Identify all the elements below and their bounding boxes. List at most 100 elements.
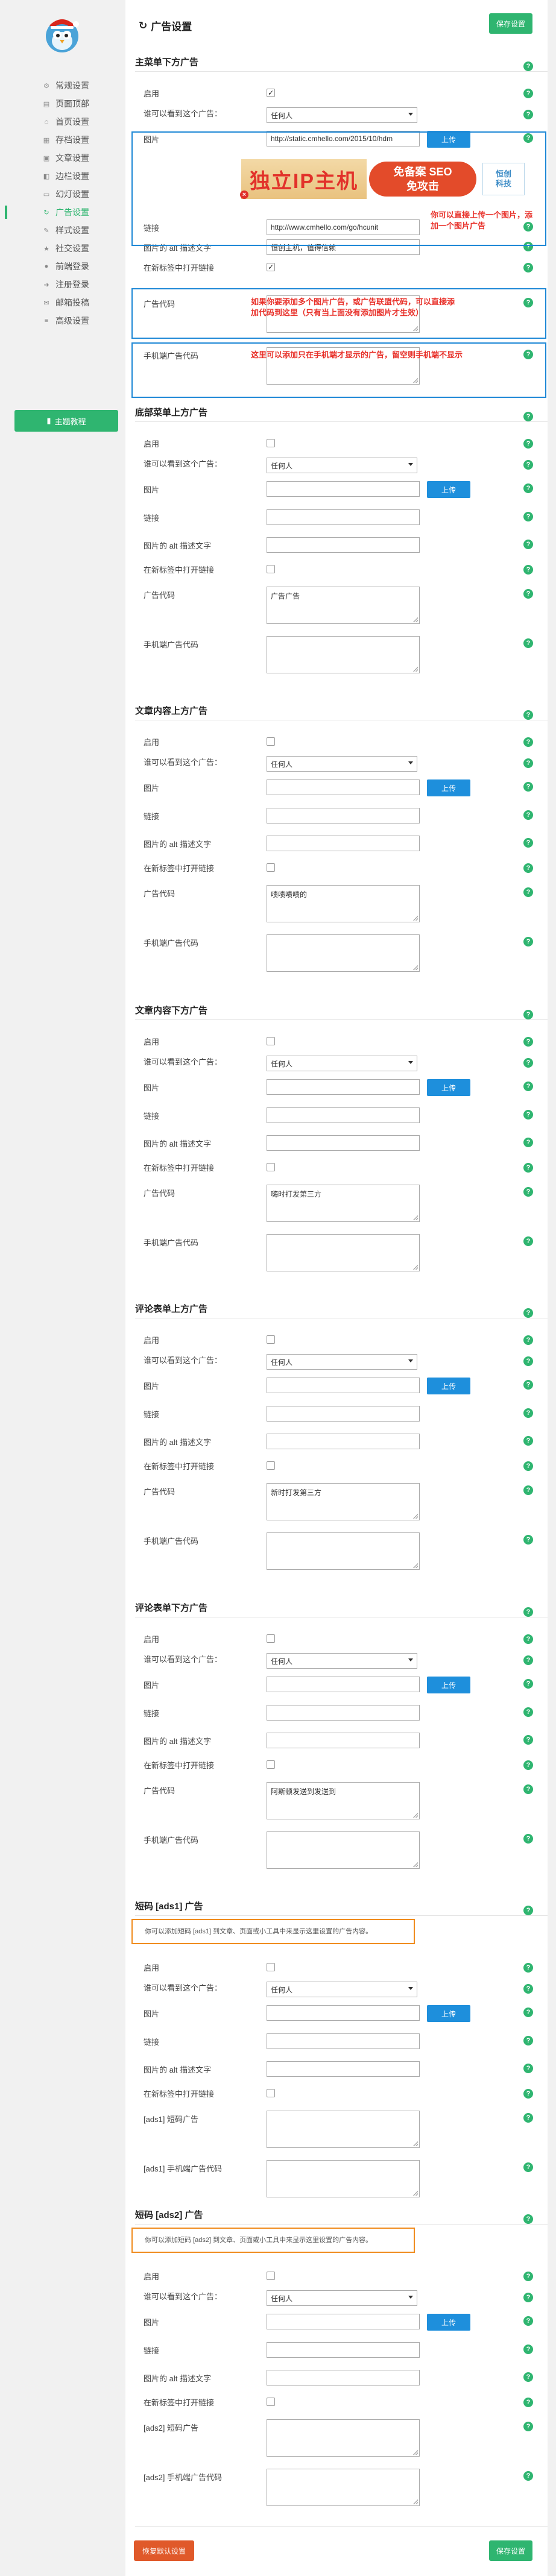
visibility-select[interactable]: 任何人 (267, 1653, 417, 1669)
newtab-checkbox[interactable] (267, 565, 275, 573)
sidebar-item-sidebar[interactable]: ◧ 边栏设置 (0, 167, 124, 185)
help-icon[interactable]: ? (523, 1335, 533, 1345)
ad-code-textarea[interactable]: 阿斯顿发送到发送到 (267, 1782, 420, 1819)
image-url-input[interactable] (267, 2005, 420, 2021)
help-icon[interactable]: ? (523, 758, 533, 768)
upload-button[interactable]: 上传 (427, 1378, 470, 1394)
link-input[interactable] (267, 808, 420, 824)
mobile-code-textarea[interactable] (267, 1532, 420, 1570)
image-url-input[interactable] (267, 1079, 420, 1095)
sidebar-item-header[interactable]: ▤ 页面顶部 (0, 95, 124, 113)
newtab-checkbox[interactable] (267, 1163, 275, 1171)
help-icon[interactable]: ? (523, 1984, 533, 1994)
help-icon[interactable]: ? (523, 810, 533, 820)
upload-button[interactable]: 上传 (427, 481, 470, 498)
image-url-input[interactable] (267, 2314, 420, 2329)
sidebar-item-register[interactable]: ➜ 注册登录 (0, 276, 124, 294)
upload-button[interactable]: 上传 (427, 2005, 470, 2022)
help-icon[interactable]: ? (523, 2008, 533, 2017)
enable-checkbox[interactable] (267, 737, 275, 746)
help-icon[interactable]: ? (523, 1963, 533, 1973)
enable-checkbox[interactable] (267, 1963, 275, 1971)
help-icon[interactable]: ? (523, 2272, 533, 2281)
newtab-checkbox[interactable] (267, 2398, 275, 2406)
help-icon[interactable]: ? (523, 710, 533, 720)
help-icon[interactable]: ? (523, 1461, 533, 1471)
image-url-input[interactable] (267, 481, 420, 497)
alt-input[interactable] (267, 1135, 420, 1151)
visibility-select[interactable]: 任何人 (267, 1354, 417, 1370)
help-icon[interactable]: ? (523, 1380, 533, 1390)
newtab-checkbox[interactable] (267, 863, 275, 872)
alt-input[interactable] (267, 1434, 420, 1449)
sidebar-item-frontend-login[interactable]: ● 前端登录 (0, 257, 124, 276)
ad-code-textarea[interactable]: 广告广告 (267, 587, 420, 624)
remove-image-icon[interactable]: × (240, 191, 248, 199)
sidebar-item-mail[interactable]: ✉ 邮箱投稿 (0, 294, 124, 312)
help-icon[interactable]: ? (523, 460, 533, 470)
help-icon[interactable]: ? (523, 2089, 533, 2099)
theme-tutorial-button[interactable]: ▮ 主题教程 (14, 410, 118, 432)
help-icon[interactable]: ? (523, 1707, 533, 1717)
help-icon[interactable]: ? (523, 1906, 533, 1915)
help-icon[interactable]: ? (523, 638, 533, 648)
help-icon[interactable]: ? (523, 1679, 533, 1689)
help-icon[interactable]: ? (523, 540, 533, 549)
help-icon[interactable]: ? (523, 1187, 533, 1197)
help-icon[interactable]: ? (523, 2113, 533, 2123)
visibility-select[interactable]: 任何人 (267, 2290, 417, 2306)
visibility-select[interactable]: 任何人 (267, 458, 417, 473)
upload-button[interactable]: 上传 (427, 1677, 470, 1693)
help-icon[interactable]: ? (523, 937, 533, 946)
link-input[interactable] (267, 1705, 420, 1721)
help-icon[interactable]: ? (523, 1485, 533, 1495)
sidebar-item-advanced[interactable]: ≡ 高级设置 (0, 312, 124, 330)
help-icon[interactable]: ? (523, 1634, 533, 1644)
help-icon[interactable]: ? (523, 263, 533, 272)
help-icon[interactable]: ? (523, 1760, 533, 1770)
help-icon[interactable]: ? (523, 1037, 533, 1047)
enable-checkbox[interactable] (267, 1335, 275, 1344)
mobile-code-textarea[interactable] (267, 2160, 420, 2197)
help-icon[interactable]: ? (523, 1655, 533, 1665)
ad-code-textarea[interactable]: 新时打发第三方 (267, 1483, 420, 1520)
sidebar-item-archive[interactable]: ▦ 存档设置 (0, 131, 124, 149)
help-icon[interactable]: ? (523, 1138, 533, 1147)
help-icon[interactable]: ? (523, 2064, 533, 2073)
mobile-code-textarea[interactable] (267, 636, 420, 673)
link-input[interactable] (267, 1107, 420, 1123)
sidebar-item-style[interactable]: ✎ 样式设置 (0, 221, 124, 239)
help-icon[interactable]: ? (523, 2345, 533, 2354)
newtab-checkbox[interactable] (267, 1461, 275, 1470)
visibility-select[interactable]: 任何人 (267, 756, 417, 772)
enable-checkbox[interactable] (267, 1037, 275, 1045)
save-button-bottom[interactable]: 保存设置 (489, 2540, 533, 2561)
alt-input[interactable] (267, 1733, 420, 1748)
help-icon[interactable]: ? (523, 863, 533, 873)
help-icon[interactable]: ? (523, 61, 533, 71)
help-icon[interactable]: ? (523, 565, 533, 575)
reset-defaults-button[interactable]: 恢复默认设置 (134, 2540, 195, 2561)
sidebar-item-ads[interactable]: ↻ 广告设置 (0, 203, 124, 221)
help-icon[interactable]: ? (523, 1834, 533, 1844)
image-url-input[interactable] (267, 779, 420, 795)
help-icon[interactable]: ? (523, 110, 533, 119)
save-button-top[interactable]: 保存设置 (489, 13, 533, 34)
help-icon[interactable]: ? (523, 2372, 533, 2382)
enable-checkbox[interactable] (267, 1634, 275, 1643)
help-icon[interactable]: ? (523, 2398, 533, 2407)
link-input[interactable] (267, 1406, 420, 1422)
upload-button[interactable]: 上传 (427, 779, 470, 796)
mobile-code-textarea[interactable] (267, 1831, 420, 1869)
help-icon[interactable]: ? (523, 483, 533, 493)
sidebar-item-social[interactable]: ★ 社交设置 (0, 239, 124, 257)
upload-button[interactable]: 上传 (427, 2314, 470, 2331)
help-icon[interactable]: ? (523, 439, 533, 449)
help-icon[interactable]: ? (523, 2293, 533, 2302)
help-icon[interactable]: ? (523, 1163, 533, 1173)
help-icon[interactable]: ? (523, 838, 533, 848)
help-icon[interactable]: ? (523, 1058, 533, 1068)
help-icon[interactable]: ? (523, 589, 533, 599)
enable-checkbox[interactable]: ✓ (267, 89, 275, 97)
visibility-select[interactable]: 任何人 (267, 1056, 417, 1071)
